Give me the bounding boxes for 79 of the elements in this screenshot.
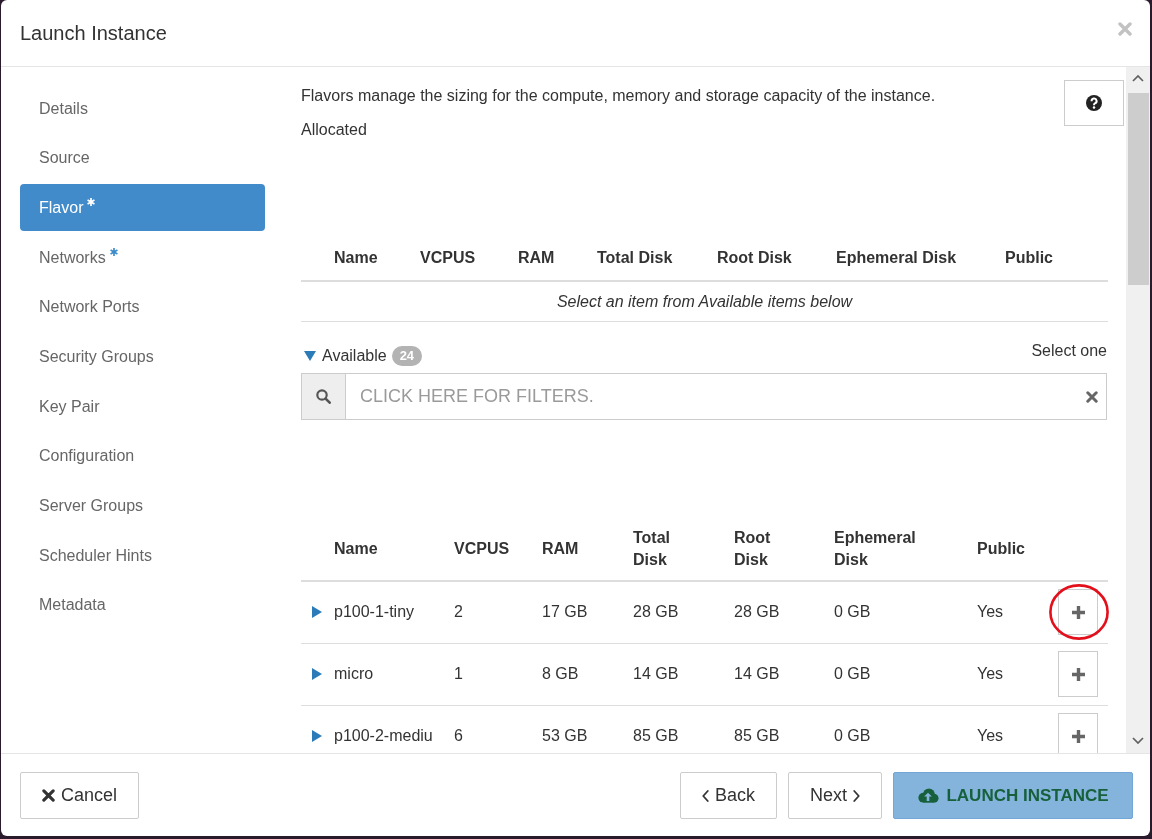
table-cell: 8 GB [534, 643, 625, 705]
column-header: RAM [534, 519, 625, 581]
nav-item[interactable]: Security Groups [20, 332, 265, 380]
column-header: Total Disk [625, 519, 726, 581]
column-header: Ephemeral Disk [828, 240, 997, 281]
table-cell: Yes [969, 643, 1050, 705]
clear-icon[interactable] [1086, 390, 1098, 403]
table-cell: p100-1-tiny [326, 580, 446, 643]
plus-icon [1071, 729, 1085, 743]
add-button[interactable] [1058, 713, 1098, 753]
column-header: Public [969, 519, 1050, 581]
scroll-up-icon[interactable] [1132, 75, 1144, 82]
column-header: Public [997, 240, 1108, 281]
table-cell: p100-2-mediu [326, 705, 446, 753]
table-cell: Yes [969, 705, 1050, 753]
scroll-down-icon[interactable] [1132, 737, 1144, 744]
nav-item[interactable]: Source [20, 134, 265, 182]
column-header: Name [326, 519, 446, 581]
available-toggle[interactable]: Available [301, 345, 387, 366]
scrollbar[interactable] [1126, 67, 1150, 753]
column-header: Root Disk [726, 519, 826, 581]
table-cell: 0 GB [826, 705, 969, 753]
nav-item[interactable]: Networks [20, 233, 265, 281]
chevron-right-icon [853, 789, 860, 802]
selection-hint: Select one [1031, 341, 1107, 361]
add-button[interactable] [1058, 589, 1098, 635]
caret-right-icon[interactable] [312, 730, 322, 742]
step-description: Flavors manage the sizing for the compute, memory and storage capacity of the instance. [301, 86, 937, 106]
nav-item[interactable]: Flavor [20, 183, 265, 231]
table-cell: 17 GB [534, 580, 625, 643]
back-button[interactable]: Back [679, 772, 777, 819]
column-header: Name [326, 240, 412, 281]
filter-field[interactable]: CLICK HERE FOR FILTERS. [345, 373, 1107, 420]
count-badge: 24 [391, 345, 423, 366]
nav-item[interactable]: Scheduler Hints [20, 531, 265, 579]
table-cell: 14 GB [625, 643, 726, 705]
plus-icon [1071, 605, 1085, 619]
empty-message: Select an item from Available items below [556, 292, 853, 310]
column-header: VCPUS [412, 240, 510, 281]
table-cell: 0 GB [826, 643, 969, 705]
close-icon [1118, 21, 1132, 36]
nav-item[interactable]: Configuration [20, 432, 265, 480]
add-button[interactable] [1058, 651, 1098, 697]
caret-right-icon[interactable] [312, 606, 322, 618]
table-cell: 28 GB [625, 580, 726, 643]
nav-item[interactable]: Metadata [20, 581, 265, 629]
column-header: Root Disk [709, 240, 828, 281]
caret-right-icon[interactable] [312, 668, 322, 680]
column-header: VCPUS [446, 519, 534, 581]
nav-item[interactable]: Network Ports [20, 283, 265, 331]
table-cell: 6 [446, 705, 534, 753]
table-cell: 85 GB [726, 705, 826, 753]
table-cell: 14 GB [726, 643, 826, 705]
nav-item[interactable]: Key Pair [20, 382, 265, 430]
table-cell: 1 [446, 643, 534, 705]
help-icon [1086, 95, 1102, 111]
table-cell: micro [326, 643, 446, 705]
chevron-left-icon [701, 789, 709, 802]
nav-item[interactable]: Server Groups [20, 482, 265, 529]
cloud-upload-icon [917, 788, 940, 803]
table-cell: 85 GB [625, 705, 726, 753]
column-header: RAM [510, 240, 589, 281]
dialog-title: Launch Instance [20, 21, 167, 45]
column-header: Total Disk [589, 240, 709, 281]
table-cell: 2 [446, 580, 534, 643]
column-header: Ephemeral Disk [826, 519, 969, 581]
close-icon [42, 789, 55, 802]
table-cell: 0 GB [826, 580, 969, 643]
cancel-button[interactable]: Cancel [20, 772, 140, 819]
scrollbar-thumb[interactable] [1127, 93, 1149, 285]
section-title: Allocated [301, 120, 368, 140]
table-cell: 53 GB [534, 705, 625, 753]
table-cell: 28 GB [726, 580, 826, 643]
nav-item[interactable]: Details [20, 84, 265, 132]
search-icon [316, 389, 331, 404]
plus-icon [1071, 667, 1085, 681]
table-cell: Yes [969, 580, 1050, 643]
help-button[interactable] [1064, 80, 1124, 126]
next-button[interactable]: Next [788, 772, 882, 819]
